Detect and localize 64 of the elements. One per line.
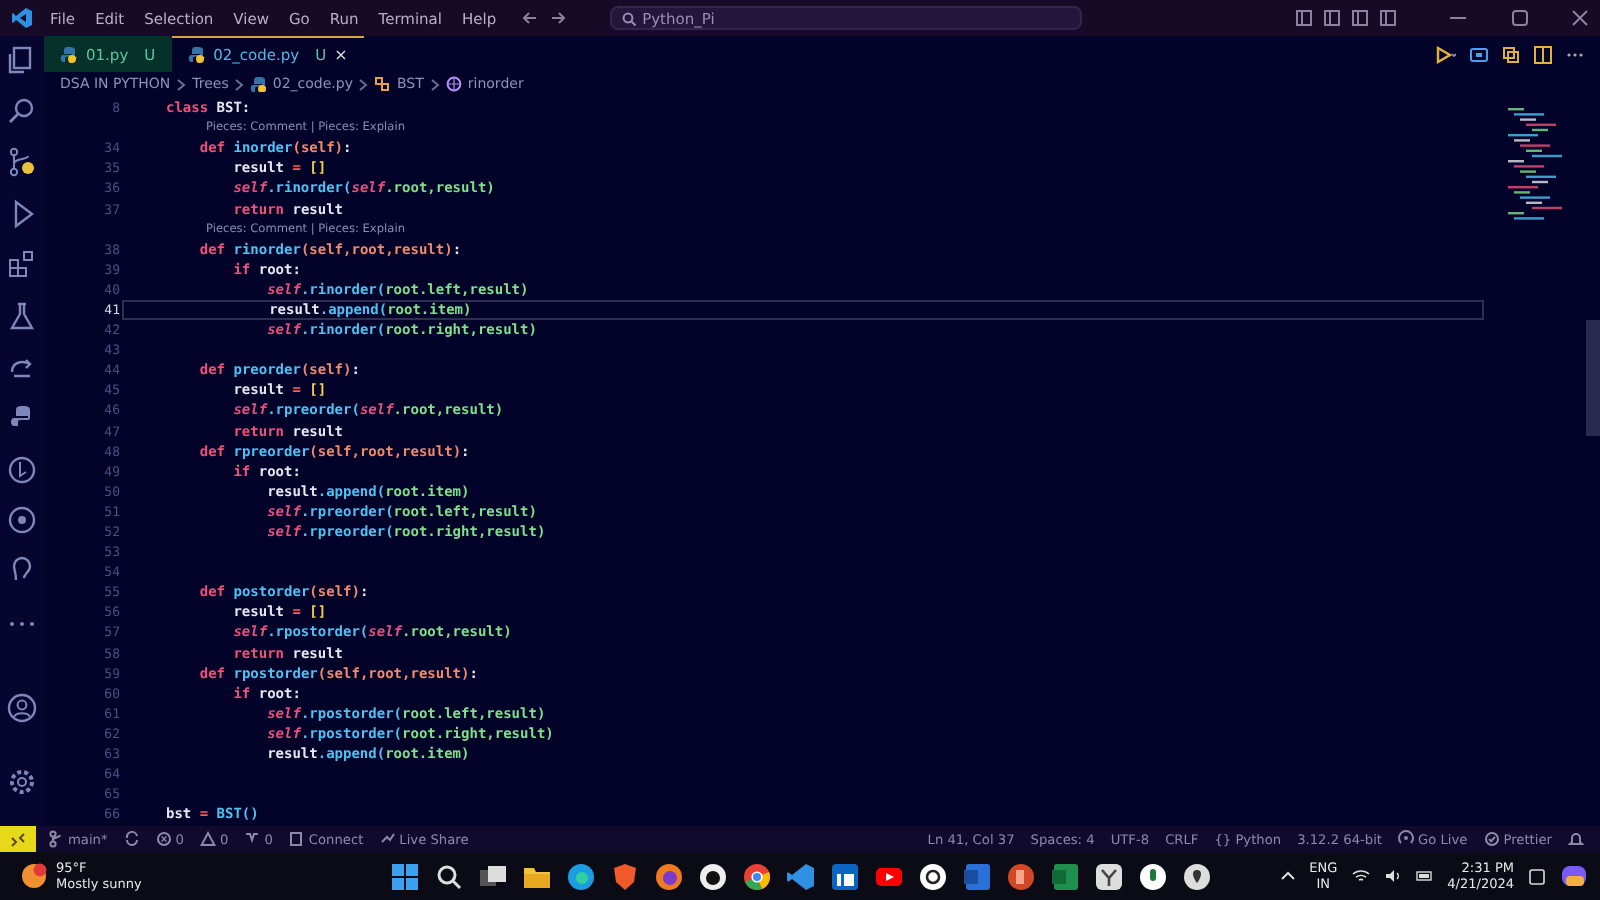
vscode-icon[interactable]	[785, 861, 816, 891]
chevron-icon	[234, 77, 245, 91]
back-arrow-icon[interactable]	[522, 10, 539, 26]
weather-sun-icon[interactable]	[20, 862, 48, 890]
sync-icon[interactable]	[123, 830, 140, 848]
python-file-icon	[250, 76, 267, 92]
chevron-up-icon[interactable]	[1279, 868, 1296, 884]
chevron-icon	[429, 77, 440, 91]
plug-icon	[288, 830, 305, 848]
slides-icon[interactable]	[1005, 861, 1036, 891]
split-editor-icon[interactable]	[1534, 45, 1552, 63]
search-icon	[622, 11, 637, 25]
error-icon	[155, 830, 172, 848]
extensions-icon[interactable]	[6, 248, 38, 281]
branch-icon	[48, 830, 64, 848]
secondary-sidebar-icon[interactable]	[1352, 10, 1368, 26]
python-file-icon	[187, 46, 206, 64]
shield-icon[interactable]	[609, 861, 640, 891]
warning-icon	[199, 830, 216, 848]
account-icon[interactable]	[6, 692, 38, 725]
chevron-icon	[358, 77, 369, 91]
sidebar-layout-icon[interactable]	[1296, 10, 1312, 26]
scrollbar-thumb[interactable]	[1586, 320, 1600, 436]
layout-grid-icon[interactable]	[1380, 10, 1396, 26]
browser-icon[interactable]	[565, 861, 596, 891]
broadcast-icon	[1398, 830, 1415, 848]
microphone-icon[interactable]	[1137, 861, 1168, 891]
check-circle-icon	[1483, 830, 1500, 848]
sheet-icon[interactable]	[1049, 861, 1080, 891]
start-icon[interactable]	[389, 861, 420, 891]
panel-layout-icon[interactable]	[1324, 10, 1340, 26]
battery-icon[interactable]	[1415, 868, 1434, 884]
chrome-icon[interactable]	[741, 861, 772, 891]
forward-arrow-icon[interactable]	[550, 10, 567, 26]
timeline-icon[interactable]	[6, 453, 38, 486]
wifi-icon[interactable]	[1351, 868, 1370, 884]
chevron-icon	[176, 77, 187, 91]
python-file-icon	[60, 45, 78, 63]
copilot-icon[interactable]	[1560, 862, 1588, 890]
live-share-icon	[379, 830, 396, 848]
word-icon[interactable]	[961, 861, 992, 891]
map-pin-icon[interactable]	[1181, 861, 1212, 891]
compare-icon[interactable]	[1502, 45, 1520, 63]
notification-bell-icon[interactable]	[1568, 830, 1584, 848]
run-icon[interactable]	[1436, 45, 1456, 63]
settings-icon[interactable]	[6, 766, 38, 799]
vscode-logo-icon	[12, 8, 32, 28]
source-control-icon[interactable]	[6, 146, 38, 179]
remote-icon	[10, 831, 26, 847]
volume-icon[interactable]	[1383, 868, 1402, 884]
box-icon[interactable]	[1093, 861, 1124, 891]
task-view-icon[interactable]	[477, 861, 508, 891]
close-tab-button[interactable]: ×	[334, 46, 348, 64]
linkedin-icon[interactable]	[829, 861, 860, 891]
close-icon[interactable]	[1572, 10, 1588, 26]
method-icon	[445, 76, 462, 92]
search-icon[interactable]	[433, 861, 464, 891]
maximize-icon[interactable]	[1512, 10, 1528, 26]
fox-icon[interactable]	[653, 861, 684, 891]
notification-icon[interactable]	[1528, 867, 1546, 885]
class-icon	[374, 76, 391, 92]
remote-button[interactable]	[0, 826, 36, 852]
preview-icon[interactable]	[1470, 45, 1488, 63]
flask-icon[interactable]	[6, 299, 38, 332]
